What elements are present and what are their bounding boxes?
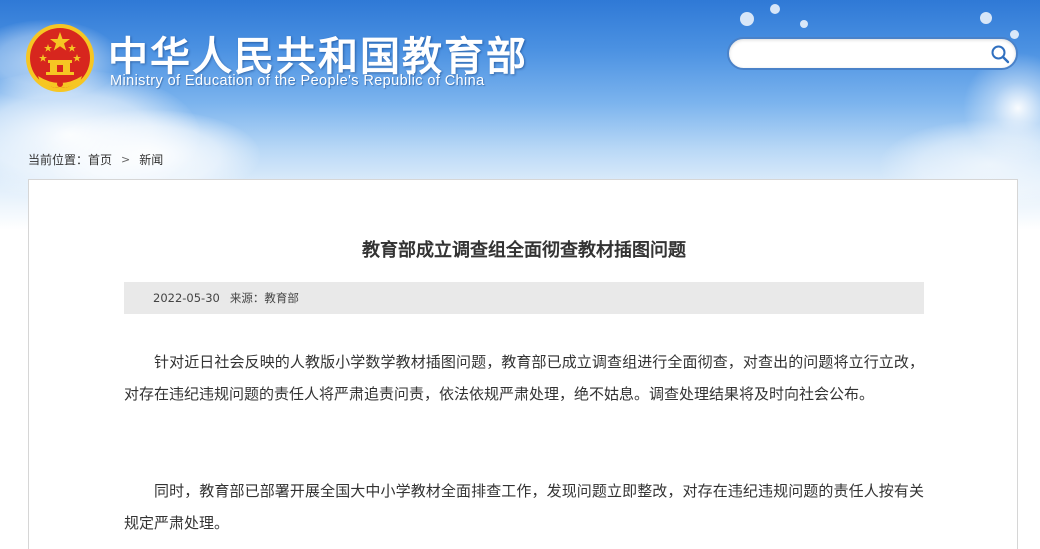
- article-paragraph: 针对近日社会反映的人教版小学数学教材插图问题，教育部已成立调查组进行全面彻查，对…: [124, 353, 924, 403]
- seed-decoration: [770, 4, 780, 14]
- seed-decoration: [800, 20, 808, 28]
- article-source: 来源：教育部: [229, 291, 299, 305]
- article-date: 2022-05-30: [153, 291, 220, 305]
- article-title: 教育部成立调查组全面彻查教材插图问题: [362, 240, 686, 261]
- breadcrumb-current[interactable]: 新闻: [139, 151, 163, 168]
- article-container: 教育部成立调查组全面彻查教材插图问题 2022-05-30 来源：教育部 针对近…: [28, 179, 1018, 549]
- breadcrumb-home-link[interactable]: 首页: [88, 151, 112, 168]
- article-meta-bar: 2022-05-30 来源：教育部: [124, 282, 924, 314]
- site-title-english[interactable]: Ministry of Education of the People's Re…: [110, 73, 485, 89]
- article-paragraph: 同时，教育部已部署开展全国大中小学教材全面排查工作，发现问题立即整改，对存在违纪…: [124, 482, 924, 532]
- seed-decoration: [980, 12, 992, 24]
- breadcrumb: 当前位置： 首页 > 新闻: [28, 151, 163, 167]
- seed-decoration: [740, 12, 754, 26]
- search-icon[interactable]: [990, 44, 1010, 64]
- search-box: [727, 37, 1018, 70]
- breadcrumb-label: 当前位置：: [28, 152, 89, 167]
- seed-decoration: [1010, 30, 1019, 39]
- chevron-right-icon: >: [121, 152, 131, 166]
- national-emblem-icon[interactable]: [24, 22, 96, 94]
- search-input[interactable]: [743, 43, 983, 65]
